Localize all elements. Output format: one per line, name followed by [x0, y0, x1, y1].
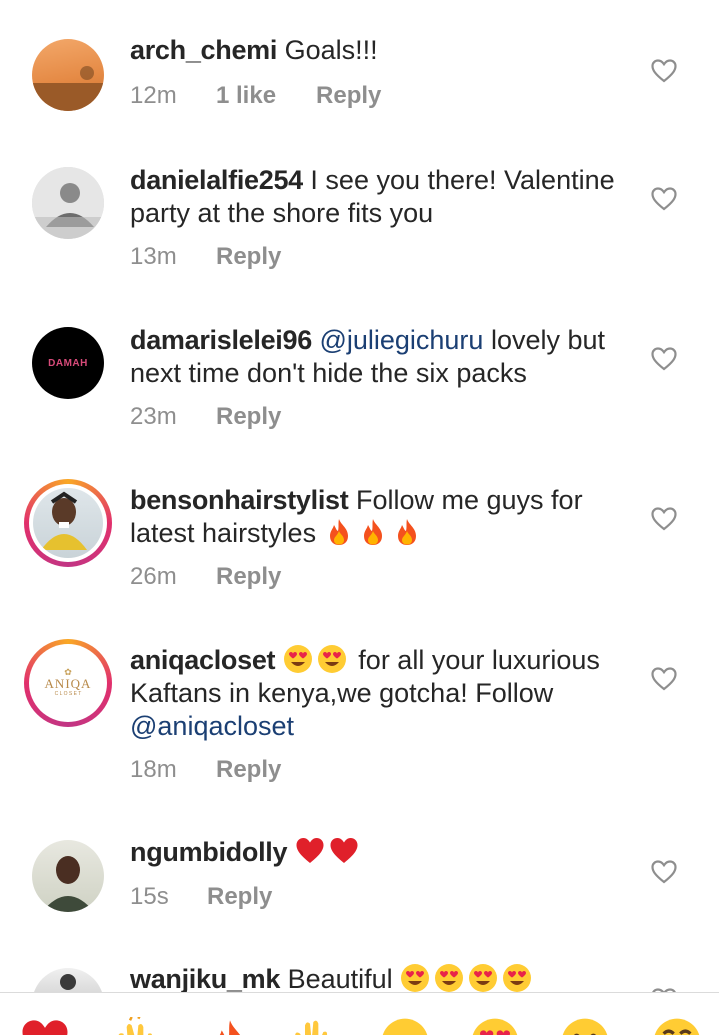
comment-text: bensonhairstylist Follow me guys for lat… [130, 484, 635, 550]
reply-button[interactable]: Reply [316, 82, 381, 109]
crying-face-icon[interactable] [380, 1017, 430, 1035]
comment-text: aniqacloset for all your luxurious Kafta… [130, 644, 635, 743]
reply-button[interactable]: Reply [216, 563, 281, 590]
comment-meta: 15s Reply [130, 883, 272, 911]
avatar-photo [60, 974, 76, 990]
avatar-story-ring[interactable] [24, 479, 112, 567]
comment-time: 15s [130, 883, 169, 910]
red-heart-emoji-icon [295, 836, 325, 866]
tears-of-joy-face-icon[interactable] [652, 1017, 702, 1035]
like-heart-icon[interactable] [651, 187, 677, 211]
comment-text: ngumbidolly [130, 836, 635, 869]
avatar[interactable] [32, 167, 104, 239]
comment-time: 13m [130, 243, 177, 270]
comment-username[interactable]: bensonhairstylist [130, 485, 349, 515]
avatar-photo [32, 167, 104, 239]
reply-button[interactable]: Reply [216, 403, 281, 430]
reply-button[interactable]: Reply [216, 756, 281, 783]
comment-meta: 23m Reply [130, 403, 281, 431]
fire-emoji-icon [324, 517, 354, 547]
comment-like-count[interactable]: 1 like [216, 82, 276, 109]
comment-time: 18m [130, 756, 177, 783]
comment-body: Goals!!! [284, 35, 378, 65]
comment-text: damarislelei96 @juliegichuru lovely but … [130, 324, 635, 390]
comment-mention-link[interactable]: @juliegichuru [319, 325, 483, 355]
comment-time: 26m [130, 563, 177, 590]
avatar[interactable]: DAMAH [32, 327, 104, 399]
comment-body: Beautiful [287, 964, 393, 992]
avatar-story-ring[interactable]: ✿ ANIQA C L O S E T [24, 639, 112, 727]
like-heart-icon[interactable] [651, 59, 677, 83]
fire-icon[interactable] [205, 1017, 255, 1035]
comment-text: danielalfie254 I see you there! Valentin… [130, 164, 635, 230]
avatar-photo [42, 856, 94, 912]
like-heart-icon[interactable] [651, 507, 677, 531]
comments-list: arch_chemi Goals!!! 12m 1 like Reply danie… [0, 0, 719, 992]
avatar[interactable] [32, 39, 104, 111]
like-heart-icon[interactable] [651, 347, 677, 371]
heart-eyes-emoji-icon [434, 963, 464, 992]
comment-time: 12m [130, 82, 177, 109]
avatar-logo-text: DAMAH [48, 357, 88, 369]
heart-eyes-emoji-icon [502, 963, 532, 992]
avatar-photo [32, 66, 104, 111]
comment-username[interactable]: arch_chemi [130, 35, 277, 65]
fire-emoji-icon [358, 517, 388, 547]
reply-button[interactable]: Reply [216, 243, 281, 270]
comment-username[interactable]: aniqacloset [130, 645, 276, 675]
comment-username[interactable]: danielalfie254 [130, 165, 303, 195]
reply-button[interactable]: Reply [207, 883, 272, 910]
heart-eyes-emoji-icon [317, 644, 347, 674]
comment-meta: 26m Reply [130, 563, 281, 591]
heart-eyes-emoji-icon [283, 644, 313, 674]
avatar-logo-subtext: C L O S E T [54, 691, 82, 697]
comment-text: wanjiku_mk Beautiful [130, 963, 635, 992]
clapping-hands-icon[interactable] [110, 1017, 160, 1035]
red-heart-emoji-icon [329, 836, 359, 866]
surprised-face-icon[interactable] [560, 1017, 610, 1035]
avatar[interactable] [32, 840, 104, 912]
heart-eyes-emoji-icon [468, 963, 498, 992]
avatar-logo-text: ANIQA [44, 676, 92, 691]
raising-hands-icon[interactable] [290, 1017, 340, 1035]
avatar-photo [41, 491, 87, 550]
comment-time: 23m [130, 403, 177, 430]
heart-eyes-emoji-icon [400, 963, 430, 992]
fire-emoji-icon [392, 517, 422, 547]
comment-username[interactable]: ngumbidolly [130, 837, 287, 867]
like-heart-icon[interactable] [651, 667, 677, 691]
comment-meta: 12m 1 like Reply [130, 82, 381, 110]
red-heart-icon[interactable] [20, 1017, 70, 1035]
comment-meta: 13m Reply [130, 243, 281, 271]
avatar[interactable] [32, 968, 104, 992]
like-heart-icon[interactable] [651, 860, 677, 884]
heart-eyes-face-icon[interactable] [470, 1017, 520, 1035]
quick-emoji-bar [0, 992, 719, 1035]
comment-username[interactable]: damarislelei96 [130, 325, 312, 355]
comment-text: arch_chemi Goals!!! [130, 34, 635, 67]
comment-mention-link[interactable]: @aniqacloset [130, 711, 294, 741]
comment-meta: 18m Reply [130, 756, 281, 784]
comment-username[interactable]: wanjiku_mk [130, 964, 280, 992]
